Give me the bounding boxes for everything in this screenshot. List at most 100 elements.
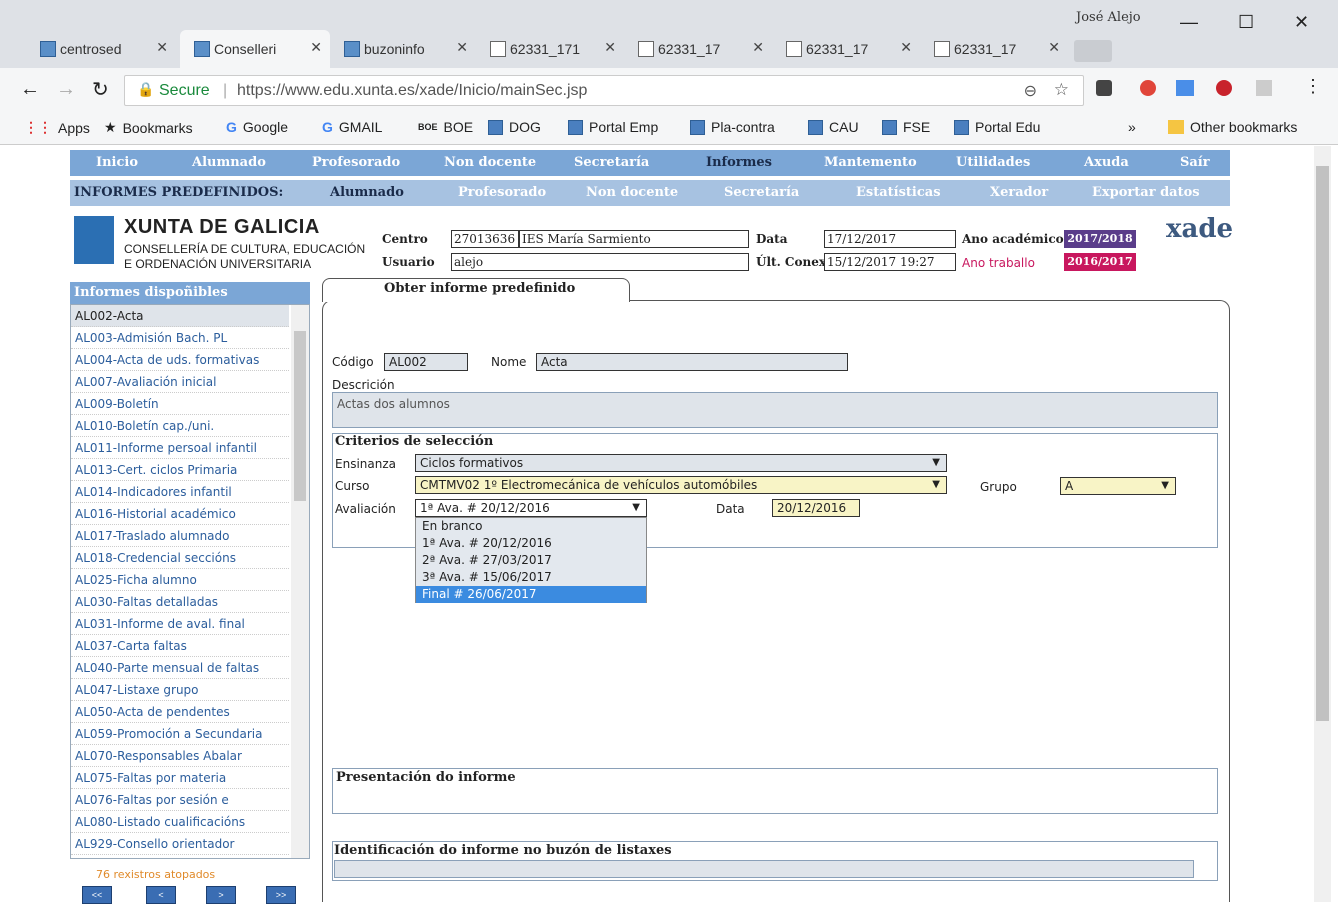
menu-non-docente[interactable]: Non docente bbox=[444, 155, 536, 170]
new-tab-button[interactable] bbox=[1074, 40, 1112, 62]
menu-axuda[interactable]: Axuda bbox=[1084, 155, 1129, 170]
grupo-select[interactable]: A ▼ bbox=[1060, 477, 1176, 495]
bookmark-bookmarks[interactable]: ★ Bookmarks bbox=[104, 119, 193, 136]
back-icon[interactable]: ← bbox=[20, 78, 40, 101]
pocket-icon[interactable] bbox=[1096, 80, 1112, 96]
submenu-xerador[interactable]: Xerador bbox=[990, 185, 1048, 200]
url-text[interactable]: https://www.edu.xunta.es/xade/Inicio/mai… bbox=[237, 82, 587, 100]
zoom-icon[interactable]: ⊖ bbox=[1024, 81, 1037, 101]
tab-conselleria[interactable]: Conselleri ✕ bbox=[180, 30, 330, 68]
nome-field[interactable]: Acta bbox=[536, 353, 848, 371]
dropdown-option[interactable]: 2ª Ava. # 27/03/2017 bbox=[416, 552, 646, 569]
bookmark-other[interactable]: Other bookmarks bbox=[1168, 119, 1297, 135]
menu-sair[interactable]: Saír bbox=[1180, 155, 1210, 170]
close-icon[interactable]: ✕ bbox=[604, 39, 616, 56]
list-item[interactable]: AL080-Listado cualificacións bbox=[71, 811, 289, 833]
translate-icon[interactable] bbox=[1176, 80, 1194, 96]
page-scrollbar[interactable] bbox=[1314, 146, 1331, 902]
next-page-button[interactable]: > bbox=[206, 886, 236, 904]
identificacion-field[interactable] bbox=[334, 860, 1194, 878]
tab-doc-2[interactable]: 62331_17 ✕ bbox=[624, 30, 772, 68]
reload-icon[interactable]: ↻ bbox=[92, 77, 109, 102]
list-scrollbar[interactable] bbox=[291, 305, 309, 858]
bookmark-dog[interactable]: DOG bbox=[488, 119, 541, 135]
extension-icon[interactable] bbox=[1256, 80, 1272, 96]
submenu-profesorado[interactable]: Profesorado bbox=[458, 185, 546, 200]
list-item[interactable]: AL004-Acta de uds. formativas bbox=[71, 349, 289, 371]
list-item[interactable]: AL031-Informe de aval. final bbox=[71, 613, 289, 635]
tab-doc-4[interactable]: 62331_17 ✕ bbox=[920, 30, 1068, 68]
close-icon[interactable]: ✕ bbox=[752, 39, 764, 56]
bookmark-google[interactable]: G Google bbox=[226, 119, 288, 135]
last-page-button[interactable]: >> bbox=[266, 886, 296, 904]
list-item[interactable]: AL007-Avaliación inicial bbox=[71, 371, 289, 393]
submenu-estatisticas[interactable]: Estatísticas bbox=[856, 185, 941, 200]
tab-doc-1[interactable]: 62331_171 ✕ bbox=[476, 30, 624, 68]
list-item[interactable]: AL013-Cert. ciclos Primaria bbox=[71, 459, 289, 481]
dropdown-option[interactable]: 3ª Ava. # 15/06/2017 bbox=[416, 569, 646, 586]
bookmark-cau[interactable]: CAU bbox=[808, 119, 859, 135]
star-icon[interactable]: ☆ bbox=[1054, 80, 1069, 100]
tab-doc-3[interactable]: 62331_17 ✕ bbox=[772, 30, 920, 68]
page-scrollbar-thumb[interactable] bbox=[1316, 166, 1329, 721]
close-icon[interactable]: ✕ bbox=[456, 39, 468, 56]
tab-centrosed[interactable]: centrosed ✕ bbox=[26, 30, 176, 68]
bookmark-pla-contra[interactable]: Pla-contra bbox=[690, 119, 775, 135]
list-item[interactable]: AL030-Faltas detalladas bbox=[71, 591, 289, 613]
profile-name[interactable]: José Alejo bbox=[1076, 10, 1141, 25]
list-item[interactable]: AL075-Faltas por materia bbox=[71, 767, 289, 789]
ensinanza-select[interactable]: Ciclos formativos ▼ bbox=[415, 454, 947, 472]
close-window-icon[interactable]: ✕ bbox=[1294, 12, 1309, 33]
close-icon[interactable]: ✕ bbox=[1048, 39, 1060, 56]
bookmark-fse[interactable]: FSE bbox=[882, 119, 930, 135]
list-item[interactable]: AL009-Boletín bbox=[71, 393, 289, 415]
descricion-field[interactable]: Actas dos alumnos bbox=[332, 392, 1218, 428]
menu-mantemento[interactable]: Mantemento bbox=[824, 155, 917, 170]
bookmark-apps[interactable]: ⋮⋮ Apps bbox=[24, 119, 90, 136]
pinterest-icon[interactable] bbox=[1216, 80, 1232, 96]
minimize-icon[interactable]: — bbox=[1180, 12, 1198, 33]
list-item[interactable]: AL076-Faltas por sesión e bbox=[71, 789, 289, 811]
data-field[interactable]: 20/12/2016 bbox=[772, 499, 860, 517]
list-item[interactable]: AL040-Parte mensual de faltas bbox=[71, 657, 289, 679]
menu-utilidades[interactable]: Utilidades bbox=[956, 155, 1030, 170]
omnibox[interactable]: 🔒 Secure | https://www.edu.xunta.es/xade… bbox=[124, 75, 1084, 106]
list-item[interactable]: AL017-Traslado alumnado bbox=[71, 525, 289, 547]
kebab-menu-icon[interactable]: ⋮ bbox=[1304, 76, 1322, 97]
list-item[interactable]: AL037-Carta faltas bbox=[71, 635, 289, 657]
curso-select[interactable]: CMTMV02 1º Electromecánica de vehículos … bbox=[415, 476, 947, 494]
list-item[interactable]: AL003-Admisión Bach. PL bbox=[71, 327, 289, 349]
menu-profesorado[interactable]: Profesorado bbox=[312, 155, 400, 170]
menu-informes[interactable]: Informes bbox=[706, 155, 772, 170]
submenu-alumnado[interactable]: Alumnado bbox=[330, 185, 404, 200]
list-item[interactable]: AL047-Listaxe grupo bbox=[71, 679, 289, 701]
dropdown-option[interactable]: 1ª Ava. # 20/12/2016 bbox=[416, 535, 646, 552]
tab-buzoninfo[interactable]: buzoninfo ✕ bbox=[330, 30, 476, 68]
avaliacion-select[interactable]: 1ª Ava. # 20/12/2016 ▼ bbox=[415, 499, 647, 517]
bookmark-portal-edu[interactable]: Portal Edu bbox=[954, 119, 1040, 135]
submenu-non-docente[interactable]: Non docente bbox=[586, 185, 678, 200]
scrollbar-thumb[interactable] bbox=[294, 331, 306, 501]
submenu-exportar[interactable]: Exportar datos bbox=[1092, 185, 1200, 200]
list-item[interactable]: AL050-Acta de pendentes bbox=[71, 701, 289, 723]
prev-page-button[interactable]: < bbox=[146, 886, 176, 904]
list-item[interactable]: AL070-Responsables Abalar bbox=[71, 745, 289, 767]
submenu-secretaria[interactable]: Secretaría bbox=[724, 185, 799, 200]
list-item[interactable]: AL014-Indicadores infantil bbox=[71, 481, 289, 503]
bookmarks-overflow[interactable]: » bbox=[1128, 119, 1136, 135]
list-item[interactable]: AL018-Credencial seccións bbox=[71, 547, 289, 569]
list-item[interactable]: AL059-Promoción a Secundaria bbox=[71, 723, 289, 745]
first-page-button[interactable]: << bbox=[82, 886, 112, 904]
list-item[interactable]: AL010-Boletín cap./uni. bbox=[71, 415, 289, 437]
list-item[interactable]: AL025-Ficha alumno bbox=[71, 569, 289, 591]
forward-icon[interactable]: → bbox=[56, 78, 76, 101]
list-item[interactable]: AL011-Informe persoal infantil bbox=[71, 437, 289, 459]
maximize-icon[interactable]: ☐ bbox=[1238, 12, 1254, 33]
bookmark-boe[interactable]: BOE BOE bbox=[418, 119, 473, 135]
close-icon[interactable]: ✕ bbox=[310, 39, 322, 56]
close-icon[interactable]: ✕ bbox=[156, 39, 168, 56]
bookmark-gmail[interactable]: G GMAIL bbox=[322, 119, 382, 135]
close-icon[interactable]: ✕ bbox=[900, 39, 912, 56]
codigo-field[interactable]: AL002 bbox=[384, 353, 468, 371]
list-item[interactable]: AL002-Acta bbox=[71, 305, 289, 327]
